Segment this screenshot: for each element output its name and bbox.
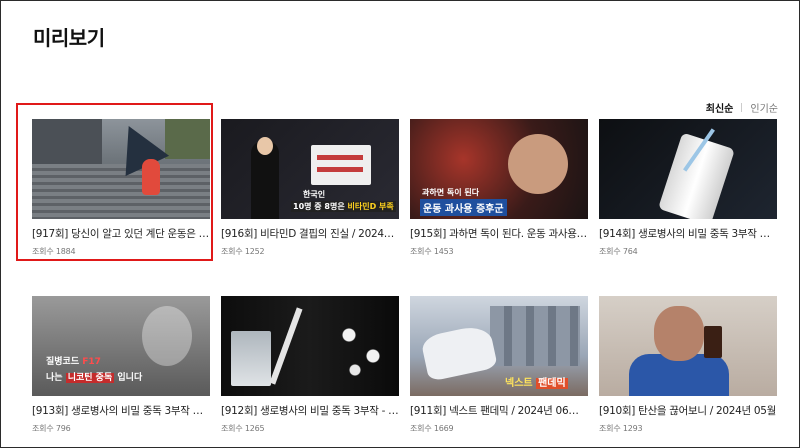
thumb-caption-part: 10명 중 8명은 xyxy=(293,202,348,211)
video-thumbnail[interactable] xyxy=(599,119,777,219)
video-views: 조회수 796 xyxy=(32,424,71,433)
video-card-913[interactable]: 질병코드 F17 나는 니코틴 중독 입니다 [913회] 생로병사의 비밀 중… xyxy=(32,296,210,434)
video-views: 조회수 1293 xyxy=(599,424,643,433)
thumb-smoke xyxy=(142,306,192,366)
video-thumbnail[interactable] xyxy=(32,119,210,219)
thumb-caption: 한국인 xyxy=(303,190,326,199)
video-thumbnail[interactable]: 과하면 독이 된다 운동 과사용 증후군 xyxy=(410,119,588,219)
thumb-pills xyxy=(331,314,391,384)
video-card-916[interactable]: 한국인 10명 중 8명은 비타민D 부족 [916회] 비타민D 결핍의 진실… xyxy=(221,119,399,257)
thumb-caption-highlight: 니코틴 중독 xyxy=(65,373,115,383)
thumb-caption-highlight: 팬데믹 xyxy=(536,378,568,389)
video-title[interactable]: [912회] 생로병사의 비밀 중독 3부작 - 약물 xyxy=(221,403,399,418)
video-thumbnail[interactable] xyxy=(599,296,777,396)
video-views: 조회수 1884 xyxy=(32,247,76,256)
video-thumbnail[interactable] xyxy=(221,296,399,396)
thumb-caption: 넥스트 팬데믹 xyxy=(505,374,568,389)
video-views: 조회수 1453 xyxy=(410,247,454,256)
thumb-caption-part: 질병코드 xyxy=(46,357,83,367)
thumb-caption-highlight: F17 xyxy=(82,357,101,367)
thumb-caption-part: 나는 xyxy=(46,373,66,383)
thumb-glass xyxy=(231,331,271,386)
thumb-glass xyxy=(704,326,722,358)
video-thumbnail[interactable]: 넥스트 팬데믹 xyxy=(410,296,588,396)
video-card-915[interactable]: 과하면 독이 된다 운동 과사용 증후군 [915회] 과하면 독이 된다. 운… xyxy=(410,119,588,257)
page-title: 미리보기 xyxy=(33,26,105,50)
thumb-cigarette xyxy=(269,307,303,385)
video-card-912[interactable]: [912회] 생로병사의 비밀 중독 3부작 - 약물 조회수 1265 xyxy=(221,296,399,434)
video-card-910[interactable]: [910회] 탄산을 끊어보니 / 2024년 05월 조회수 1293 xyxy=(599,296,777,434)
thumb-caption: 질병코드 F17 xyxy=(46,354,101,367)
thumb-head xyxy=(654,306,704,361)
thumb-bottle xyxy=(657,132,736,219)
video-title[interactable]: [910회] 탄산을 끊어보니 / 2024년 05월 xyxy=(599,403,777,418)
sort-popular-button[interactable]: 인기순 xyxy=(750,100,778,115)
thumb-chart-panel xyxy=(311,145,371,185)
thumb-buildings xyxy=(490,306,580,366)
video-card-911[interactable]: 넥스트 팬데믹 [911회] 넥스트 팬데믹 / 2024년 06월 05일 조… xyxy=(410,296,588,434)
thumb-caption-part: 넥스트 xyxy=(505,378,537,389)
thumb-caption-highlight: 비타민D 부족 xyxy=(347,202,394,211)
thumb-caption: 10명 중 8명은 비타민D 부족 xyxy=(291,201,396,212)
video-title[interactable]: [913회] 생로병사의 비밀 중독 3부작 질병코드 xyxy=(32,403,210,418)
thumb-caption-part: 입니다 xyxy=(114,373,143,383)
video-card-914[interactable]: [914회] 생로병사의 비밀 중독 3부작 질병코드 조회수 764 xyxy=(599,119,777,257)
thumb-face xyxy=(508,134,568,194)
video-title[interactable]: [915회] 과하면 독이 된다. 운동 과사용 증후군 xyxy=(410,226,588,241)
thumb-stairs xyxy=(32,164,210,219)
video-thumbnail[interactable]: 질병코드 F17 나는 니코틴 중독 입니다 xyxy=(32,296,210,396)
thumb-caption: 운동 과사용 증후군 xyxy=(420,199,507,216)
sort-options: 최신순 인기순 xyxy=(706,100,778,115)
thumb-face xyxy=(257,137,273,155)
thumb-mask xyxy=(420,323,498,382)
sort-divider xyxy=(741,103,743,112)
video-title[interactable]: [916회] 비타민D 결핍의 진실 / 2024년 05월 xyxy=(221,226,399,241)
thumb-caption: 나는 니코틴 중독 입니다 xyxy=(46,370,142,383)
video-title[interactable]: [914회] 생로병사의 비밀 중독 3부작 질병코드 xyxy=(599,226,777,241)
video-views: 조회수 764 xyxy=(599,247,638,256)
thumb-runner xyxy=(142,159,160,195)
video-title[interactable]: [911회] 넥스트 팬데믹 / 2024년 06월 05일 xyxy=(410,403,588,418)
video-views: 조회수 1252 xyxy=(221,247,265,256)
thumb-bar xyxy=(317,167,363,172)
thumb-caption: 과하면 독이 된다 xyxy=(422,188,480,197)
video-views: 조회수 1265 xyxy=(221,424,265,433)
video-views: 조회수 1669 xyxy=(410,424,454,433)
video-thumbnail[interactable]: 한국인 10명 중 8명은 비타민D 부족 xyxy=(221,119,399,219)
video-card-917[interactable]: [917회] 당신이 알고 있던 계단 운동은 잘못됐다 조회수 1884 xyxy=(32,119,210,257)
thumb-tree xyxy=(165,119,210,159)
sort-latest-button[interactable]: 최신순 xyxy=(706,100,734,115)
thumb-bar xyxy=(317,155,363,160)
video-title[interactable]: [917회] 당신이 알고 있던 계단 운동은 잘못됐다 xyxy=(32,226,210,241)
